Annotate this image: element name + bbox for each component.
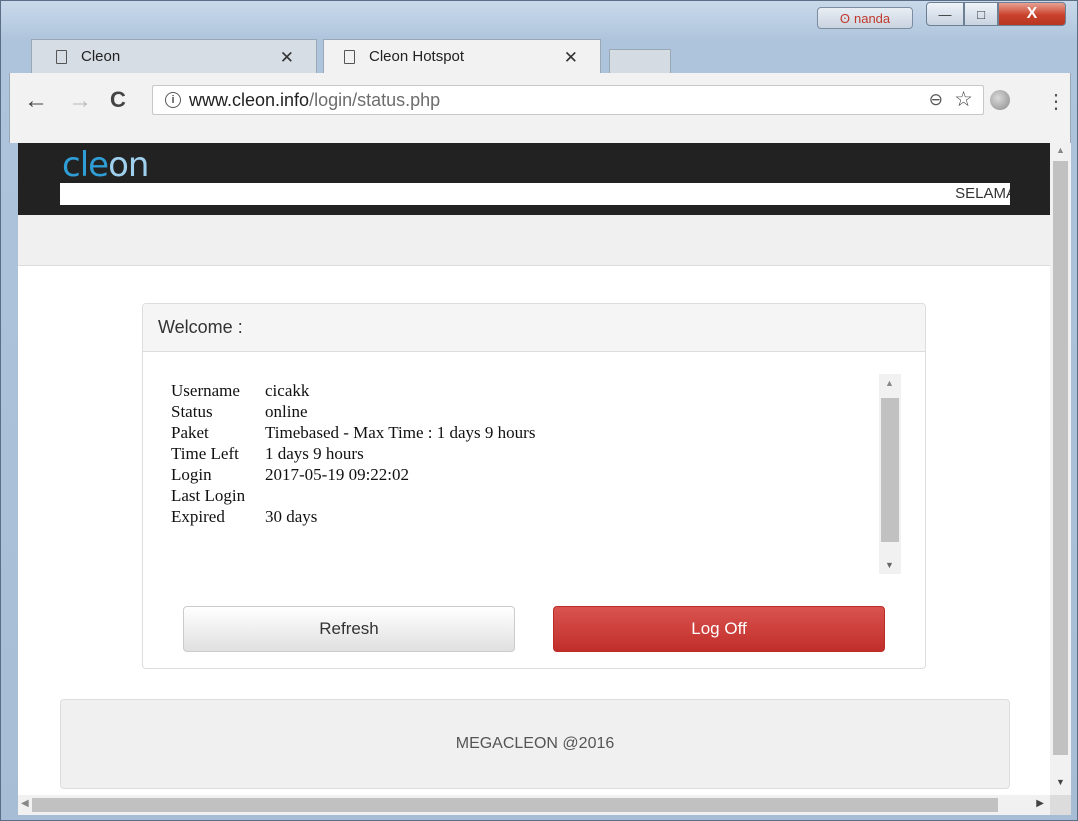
info-row-time-left: Time Left 1 days 9 hours [171, 444, 364, 463]
minimize-button[interactable]: — [926, 2, 964, 26]
nav-bar [18, 215, 1050, 266]
scroll-up-icon[interactable]: ▲ [1056, 145, 1065, 155]
browser-window: ʘ nanda — □ X Cleon ✕ Cleon Hotspot ✕ ← … [0, 0, 1078, 821]
page-horizontal-scrollbar[interactable]: ◀ ▶ [18, 795, 1050, 815]
profile-icon: ʘ [839, 10, 850, 26]
page-vertical-scrollbar[interactable]: ▲ ▼ [1050, 143, 1071, 795]
extension-icon[interactable] [990, 90, 1010, 110]
chrome-menu-icon[interactable]: ⋮ [1046, 89, 1066, 114]
log-off-button[interactable]: Log Off [553, 606, 885, 652]
info-row-status: Status online [171, 402, 308, 421]
cleon-logo[interactable]: cleon [62, 145, 149, 185]
close-tab-icon[interactable]: ✕ [564, 48, 578, 68]
info-row-login: Login 2017-05-19 09:22:02 [171, 465, 410, 484]
welcome-panel: Welcome : Username cicakk Status online Pa… [142, 303, 926, 669]
marquee-banner: SELAMA [60, 183, 1010, 205]
profile-button[interactable]: ʘ nanda [817, 7, 913, 29]
document-icon [344, 49, 355, 64]
info-row-last-login: Last Login [171, 486, 246, 505]
footer: MEGACLEON @2016 [60, 699, 1010, 789]
scrollbar-thumb[interactable] [881, 398, 899, 542]
marquee-text: SELAMA [955, 185, 1010, 202]
reload-icon[interactable]: C [110, 87, 126, 113]
scrollbar-thumb[interactable] [32, 798, 998, 812]
back-arrow-icon[interactable]: ← [24, 87, 48, 115]
site-info-icon[interactable]: i [165, 92, 181, 108]
scroll-right-icon[interactable]: ▶ [1036, 798, 1044, 809]
new-tab-button[interactable] [609, 49, 671, 73]
close-tab-icon[interactable]: ✕ [280, 48, 294, 68]
info-row-paket: Paket Timebased - Max Time : 1 days 9 hou… [171, 423, 536, 442]
page-viewport: cleon SELAMA Welcome : Username cicakk St… [18, 143, 1050, 795]
site-header: cleon SELAMA [18, 143, 1050, 215]
tab-title: Cleon [81, 48, 121, 65]
maximize-button[interactable]: □ [964, 2, 998, 26]
scroll-down-icon[interactable]: ▼ [885, 560, 894, 570]
document-icon [56, 49, 67, 64]
zoom-icon[interactable]: ⊖ [929, 90, 943, 110]
profile-name: nanda [853, 10, 891, 26]
scroll-left-icon[interactable]: ◀ [21, 798, 29, 809]
close-window-button[interactable]: X [998, 2, 1066, 26]
tab-cleon[interactable]: Cleon ✕ [31, 39, 317, 73]
status-info: Username cicakk Status online Paket Timebas… [171, 380, 891, 570]
url-path: /login/status.php [309, 89, 441, 110]
scrollbar-corner [1050, 795, 1071, 815]
refresh-button[interactable]: Refresh [183, 606, 515, 652]
scrollbar-thumb[interactable] [1053, 161, 1068, 755]
panel-title: Welcome : [143, 304, 925, 352]
browser-toolbar: ← → C i www.cleon.info/login/status.php … [9, 73, 1071, 143]
info-row-username: Username cicakk [171, 381, 310, 400]
scroll-up-icon[interactable]: ▲ [885, 378, 894, 388]
info-row-expired: Expired 30 days [171, 507, 318, 526]
info-scrollbar[interactable]: ▲ ▼ [879, 374, 901, 574]
forward-arrow-icon[interactable]: → [68, 87, 92, 115]
scroll-down-icon[interactable]: ▼ [1056, 777, 1065, 787]
url-host: www.cleon.info [189, 89, 310, 110]
bookmark-star-icon[interactable]: ☆ [954, 87, 973, 112]
tab-cleon-hotspot[interactable]: Cleon Hotspot ✕ [323, 39, 601, 73]
address-bar[interactable]: i www.cleon.info/login/status.php ⊖ ☆ [152, 85, 984, 115]
tab-title: Cleon Hotspot [369, 48, 465, 65]
